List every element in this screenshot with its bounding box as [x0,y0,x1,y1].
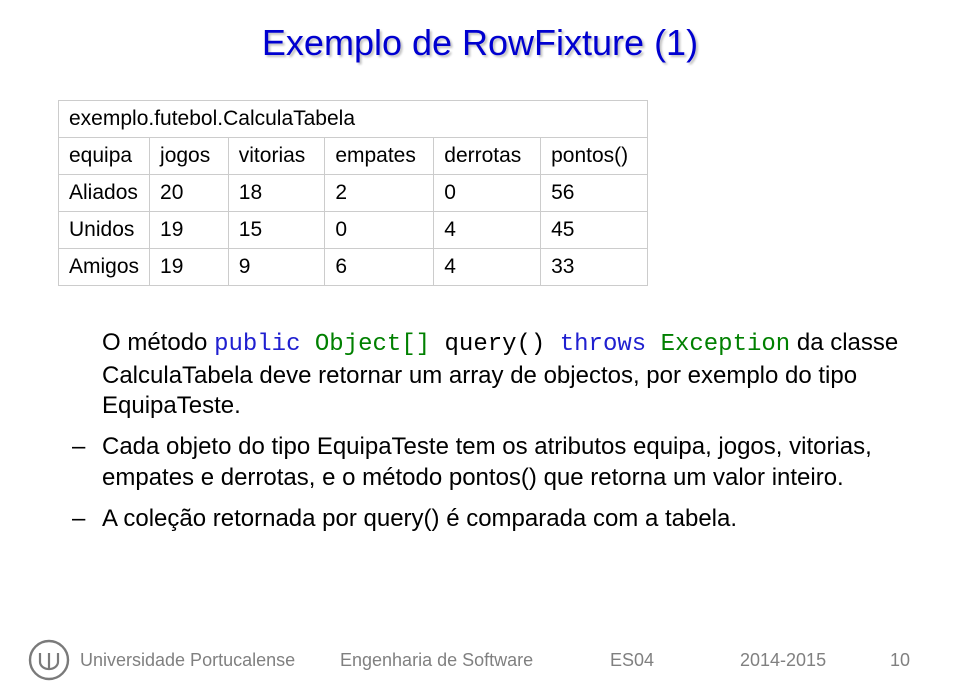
code-type: Object[] [315,331,430,358]
slide: Exemplo de RowFixture (1) exemplo.futebo… [0,0,960,695]
table-cell: Aliados [59,175,150,212]
table-row: Amigos 19 9 6 4 33 [59,249,648,286]
text-run: O método [102,329,214,356]
code-keyword: public [214,331,300,358]
data-table: exemplo.futebol.CalculaTabela equipa jog… [58,100,648,286]
bullet-text: O método public Object[] query() throws … [102,329,898,419]
table-cell: 6 [325,249,434,286]
table-row: exemplo.futebol.CalculaTabela [59,101,648,138]
table-header: empates [325,138,434,175]
code-method: query() [430,331,560,358]
table-header: equipa [59,138,150,175]
table-cell: Amigos [59,249,150,286]
table-cell: 0 [434,175,541,212]
table-cell: 0 [325,212,434,249]
bullet-text: Cada objeto do tipo EquipaTeste tem os a… [102,433,872,491]
table-header: vitorias [228,138,325,175]
footer-university: Universidade Portucalense [80,650,340,671]
table-cell: 33 [541,249,648,286]
table-cell: 20 [150,175,229,212]
list-item: – A coleção retornada por query() é comp… [102,504,900,535]
dash-icon: – [72,504,85,535]
table-cell: Unidos [59,212,150,249]
university-logo-icon [28,639,70,681]
code-type: Exception [661,331,791,358]
table-cell: 4 [434,249,541,286]
footer-code: ES04 [610,650,740,671]
table-cell: 2 [325,175,434,212]
table-cell: 4 [434,212,541,249]
footer: Universidade Portucalense Engenharia de … [0,639,960,681]
table-header: derrotas [434,138,541,175]
list-item: O método public Object[] query() throws … [102,328,900,422]
table-cell: 19 [150,212,229,249]
footer-year: 2014-2015 [740,650,870,671]
data-table-wrap: exemplo.futebol.CalculaTabela equipa jog… [58,100,648,286]
table-row: Aliados 20 18 2 0 56 [59,175,648,212]
footer-page: 10 [870,650,910,671]
code-keyword: throws [560,331,646,358]
table-cell: 45 [541,212,648,249]
table-header: pontos() [541,138,648,175]
table-cell: 15 [228,212,325,249]
table-cell: 56 [541,175,648,212]
table-cell: 18 [228,175,325,212]
footer-course: Engenharia de Software [340,650,610,671]
bullet-text: A coleção retornada por query() é compar… [102,505,737,532]
body-text: O método public Object[] query() throws … [102,328,900,534]
list-item: – Cada objeto do tipo EquipaTeste tem os… [102,432,900,493]
table-caption: exemplo.futebol.CalculaTabela [59,101,648,138]
dash-icon: – [72,432,85,463]
table-cell: 9 [228,249,325,286]
table-row: Unidos 19 15 0 4 45 [59,212,648,249]
page-title: Exemplo de RowFixture (1) [0,0,960,64]
footer-logo-box [28,639,70,681]
table-row: equipa jogos vitorias empates derrotas p… [59,138,648,175]
table-cell: 19 [150,249,229,286]
table-header: jogos [150,138,229,175]
